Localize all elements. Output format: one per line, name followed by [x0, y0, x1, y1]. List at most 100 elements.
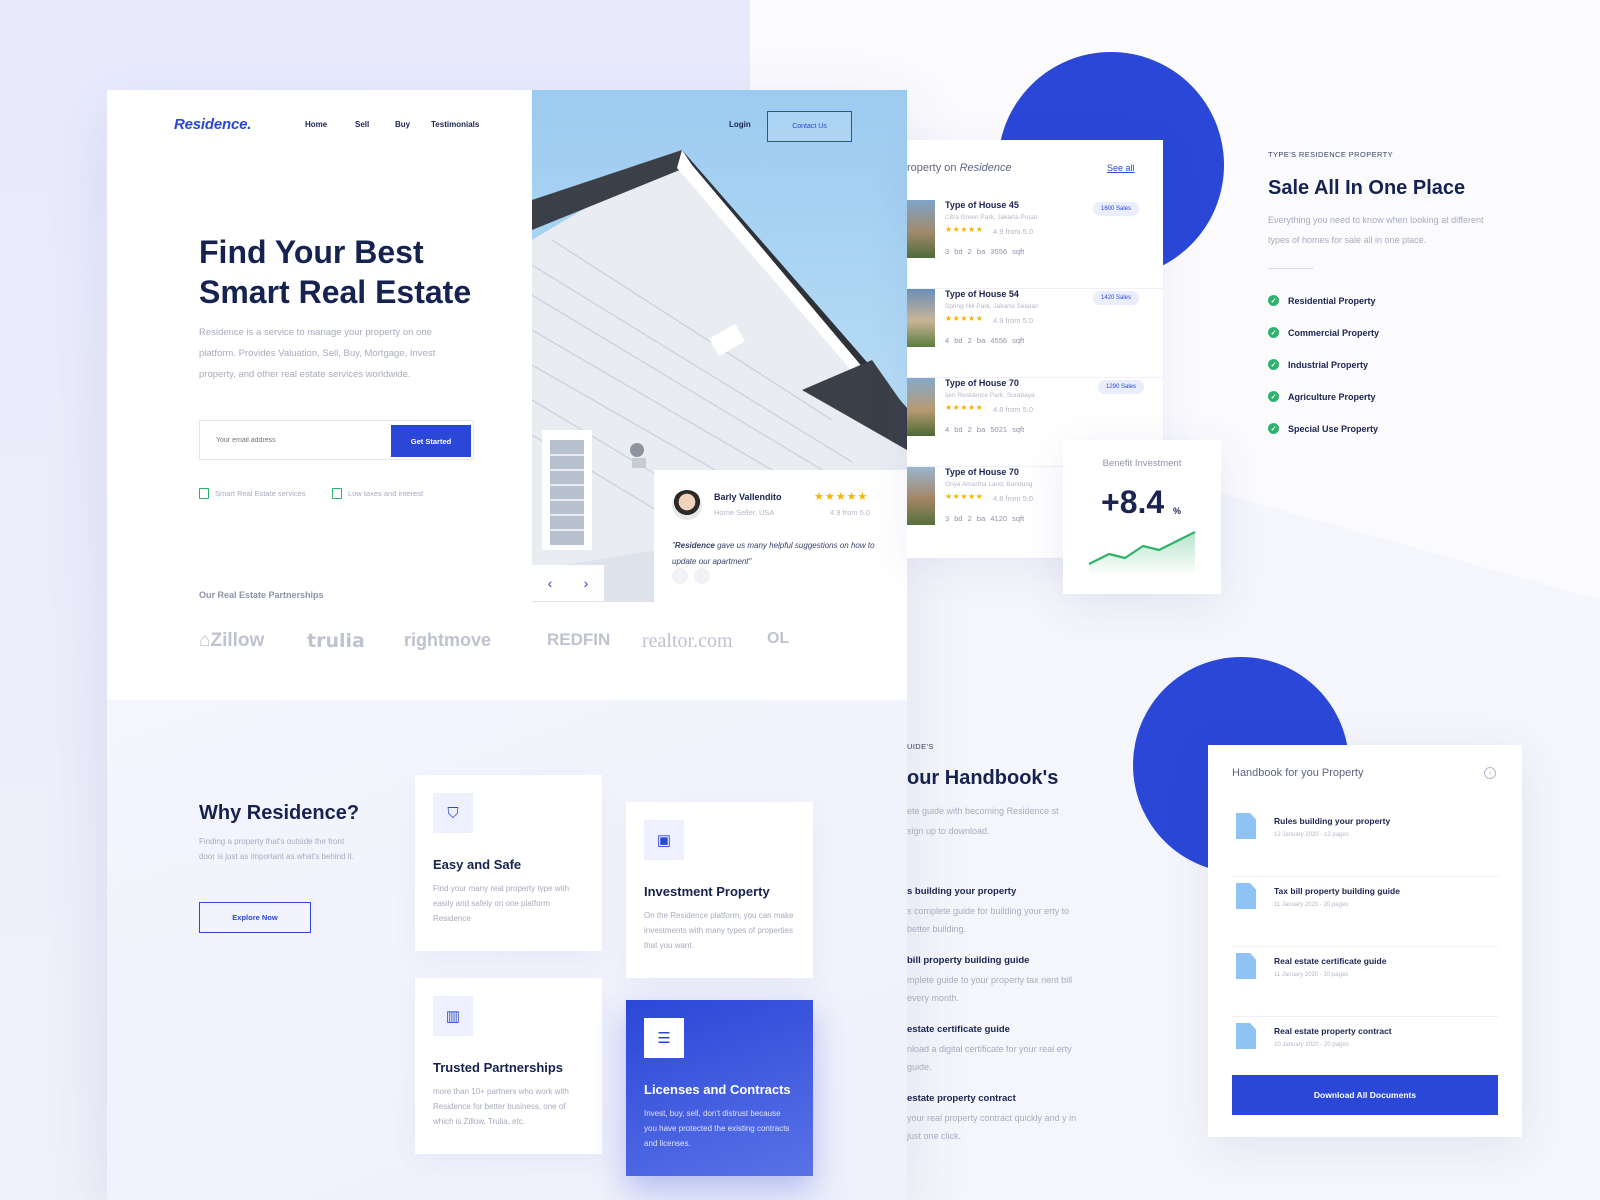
- property-row[interactable]: Type of House 45 Citra Green Park, Jakar…: [907, 200, 1163, 289]
- check-icon: ✓: [1268, 391, 1279, 402]
- guide-item-title: s building your property: [907, 886, 1017, 897]
- testimonial-name: Barly Vallendito: [714, 492, 782, 502]
- pagination-dot[interactable]: [694, 568, 710, 584]
- feature-card-easy-safe[interactable]: ⛉ Easy and Safe Find your many real prop…: [415, 775, 602, 951]
- nav-buy[interactable]: Buy: [395, 120, 410, 129]
- property-score: 4.8 from 5.0: [993, 405, 1034, 414]
- shield-icon: ⛉: [433, 793, 473, 833]
- growth-sparkline: [1088, 531, 1196, 576]
- feature-card-title: Easy and Safe: [433, 857, 522, 872]
- rating-stars: ★★★★★: [945, 492, 984, 501]
- guide-item-desc: mplete guide to your property tax nent b…: [907, 975, 1073, 1003]
- property-specs: 3 bd 2 ba 4120 sqft: [945, 514, 1025, 523]
- property-list-title: roperty on Residence: [907, 162, 1012, 174]
- explore-now-button[interactable]: Explore Now: [199, 902, 311, 933]
- building-icon: [199, 488, 209, 499]
- property-specs: 4 bd 2 ba 4556 sqft: [945, 336, 1025, 345]
- feature-card-desc: On the Residence platform, you can make …: [644, 911, 794, 950]
- check-icon: ✓: [1268, 423, 1279, 434]
- guide-item-desc: s complete guide for building your erty …: [907, 906, 1070, 934]
- see-all-link[interactable]: See all: [1107, 163, 1135, 173]
- document-icon: [1236, 1023, 1256, 1049]
- prev-arrow-button[interactable]: ‹: [532, 565, 568, 601]
- next-arrow-button[interactable]: ›: [568, 565, 604, 601]
- feature-card-investment[interactable]: ▣ Investment Property On the Residence p…: [626, 802, 813, 978]
- chevron-left-icon: ‹: [547, 575, 553, 591]
- benefit-value: +8.4: [1101, 484, 1165, 520]
- rating-stars: ★★★★★: [814, 491, 869, 503]
- login-link[interactable]: Login: [729, 120, 751, 129]
- property-score: 4.9 from 5.0: [993, 316, 1034, 325]
- property-specs: 4 bd 2 ba 5021 sqft: [945, 425, 1025, 434]
- logo[interactable]: Residence.: [174, 116, 251, 133]
- partners-label: Our Real Estate Partnerships: [199, 590, 324, 600]
- chevron-right-icon: ›: [583, 575, 589, 591]
- contact-us-button[interactable]: Contact Us: [767, 111, 852, 142]
- type-item-label: Agriculture Property: [1288, 391, 1376, 402]
- type-item-industrial[interactable]: ✓ Industrial Property: [1268, 359, 1368, 370]
- guide-item-title: bill property building guide: [907, 955, 1030, 966]
- types-title: Sale All In One Place: [1268, 177, 1466, 199]
- handbook-document-row[interactable]: Tax bill property building guide 11 Janu…: [1232, 877, 1498, 947]
- property-thumbnail: [907, 200, 935, 258]
- feature-card-title: Investment Property: [644, 884, 770, 899]
- hero-title-line-1: Find Your Best: [199, 234, 424, 270]
- document-icon: [1236, 813, 1256, 839]
- sales-badge: 1600 Sales: [1093, 202, 1140, 216]
- download-all-button[interactable]: Download All Documents: [1232, 1075, 1498, 1115]
- guide-description: ete guide with becoming Residence st sig…: [907, 806, 1059, 836]
- hero-title-line-2: Smart Real Estate: [199, 274, 472, 310]
- testimonial-score: 4.9 from 5.0: [830, 508, 871, 517]
- feature-card-desc: Invest, buy, sell, don't distrust becaus…: [644, 1109, 790, 1148]
- feature-card-licenses[interactable]: ☰ Licenses and Contracts Invest, buy, se…: [626, 1000, 813, 1176]
- document-name: Tax bill property building guide: [1274, 886, 1400, 896]
- sales-badge: 1290 Sales: [1098, 380, 1145, 394]
- types-description: Everything you need to know when looking…: [1268, 215, 1484, 245]
- types-tag: TYPE'S RESIDENCE PROPERTY: [1268, 150, 1394, 159]
- benefit-investment-card: Benefit Investment +8.4 %: [1063, 440, 1221, 594]
- building-icon: ▥: [433, 996, 473, 1036]
- type-item-residential[interactable]: ✓ Residential Property: [1268, 295, 1376, 306]
- property-thumbnail: [907, 378, 935, 436]
- type-item-special-use[interactable]: ✓ Special Use Property: [1268, 423, 1378, 434]
- property-score: 4.9 from 5.0: [993, 227, 1034, 236]
- testimonial-pagination: [672, 568, 710, 584]
- guide-item-desc: your real property contract quickly and …: [907, 1113, 1077, 1141]
- property-name: Type of House 45: [945, 200, 1019, 210]
- email-input[interactable]: [200, 421, 390, 459]
- rating-stars: ★★★★★: [945, 403, 984, 412]
- document-meta: 11 January 2020 - 20 pages: [1274, 902, 1349, 908]
- nav-sell[interactable]: Sell: [355, 120, 369, 129]
- property-name: Type of House 70: [945, 378, 1019, 388]
- document-meta: 12 January 2020 - 12 pages: [1274, 832, 1349, 838]
- partner-rightmove-logo: rightmove: [404, 630, 492, 650]
- document-icon: ☰: [644, 1018, 684, 1058]
- rating-stars: ★★★★★: [945, 314, 984, 323]
- property-row[interactable]: Type of House 54 Spring Hill Park, Jakar…: [907, 289, 1163, 378]
- nav-testimonials[interactable]: Testimonials: [431, 120, 479, 129]
- feature-low-taxes: Low taxes and interest: [332, 488, 423, 499]
- type-item-label: Residential Property: [1288, 295, 1376, 306]
- divider: [1268, 268, 1313, 269]
- nav-home[interactable]: Home: [305, 120, 327, 129]
- check-icon: ✓: [1268, 327, 1279, 338]
- guide-item-title: estate property contract: [907, 1093, 1016, 1104]
- check-icon: ✓: [1268, 359, 1279, 370]
- type-item-agriculture[interactable]: ✓ Agriculture Property: [1268, 391, 1376, 402]
- type-item-commercial[interactable]: ✓ Commercial Property: [1268, 327, 1379, 338]
- feature-card-desc: more than 10+ partners who work with Res…: [433, 1087, 569, 1126]
- feature-card-partnerships[interactable]: ▥ Trusted Partnerships more than 10+ par…: [415, 978, 602, 1154]
- why-title: Why Residence?: [199, 802, 360, 824]
- get-started-button[interactable]: Get Started: [391, 425, 471, 457]
- handbook-title: Handbook for you Property: [1232, 767, 1364, 779]
- info-icon[interactable]: i: [1484, 767, 1496, 779]
- pagination-dot[interactable]: [672, 568, 688, 584]
- property-location: Spring Hill Park, Jakarta Selatan: [945, 303, 1039, 310]
- handbook-document-row[interactable]: Rules building your property 12 January …: [1232, 807, 1498, 877]
- guide-title: our Handbook's: [907, 767, 1059, 789]
- handbook-document-row[interactable]: Real estate certificate guide 11 January…: [1232, 947, 1498, 1017]
- property-name: Type of House 70: [945, 467, 1019, 477]
- partner-zillow-logo: ⌂Zillow: [199, 630, 264, 652]
- email-signup-form: Get Started: [199, 420, 474, 460]
- benefit-unit: %: [1173, 506, 1182, 516]
